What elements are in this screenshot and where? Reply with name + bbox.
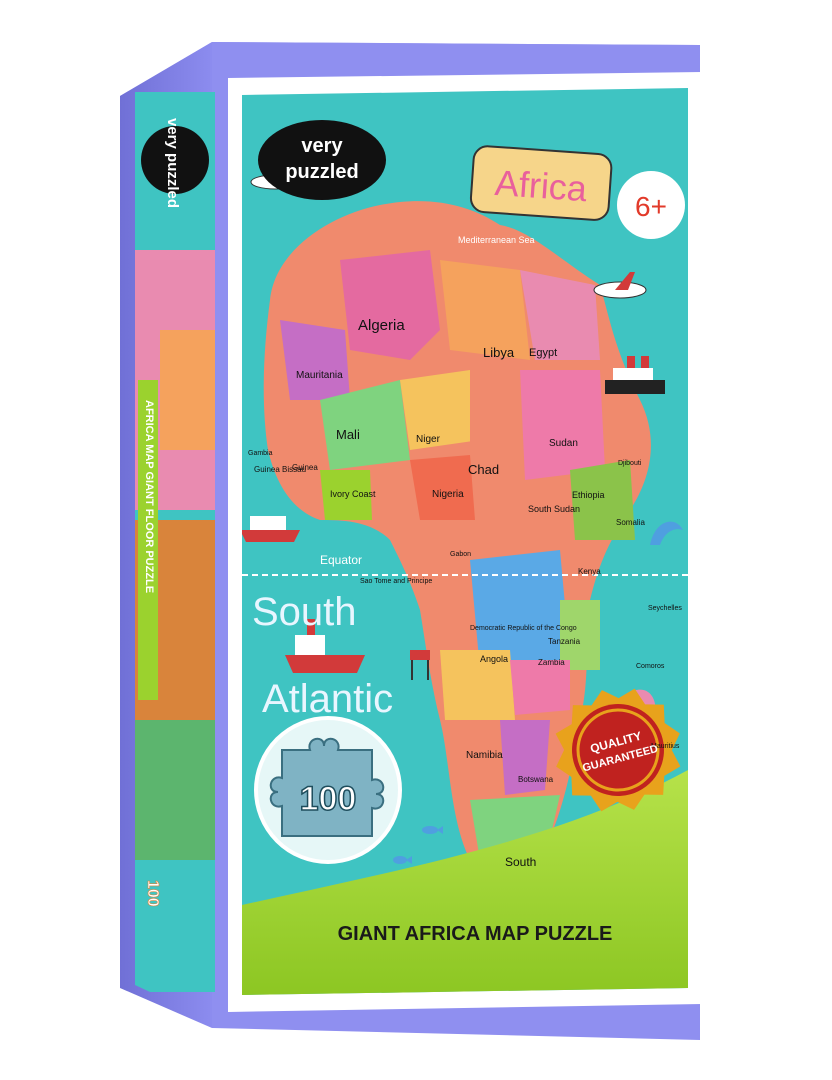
country-label: Comoros xyxy=(636,663,665,670)
country-label: Sao Tome and Principe xyxy=(360,578,432,585)
country-algeria xyxy=(340,250,440,360)
country-label: Sudan xyxy=(549,438,578,449)
ocean-label-atlantic: Atlantic xyxy=(262,677,393,721)
country-label: Angola xyxy=(480,654,508,664)
country-label: Namibia xyxy=(466,750,503,761)
country-label: Kenya xyxy=(578,567,601,576)
side-title: AFRICA MAP GIANT FLOOR PUZZLE xyxy=(143,400,155,593)
ocean-label-south: South xyxy=(252,590,357,634)
sea-label: Mediterranean Sea xyxy=(458,235,535,245)
title-sign: Africa xyxy=(469,145,613,221)
country-label: Algeria xyxy=(358,317,405,334)
country-label: Democratic Republic of the Congo xyxy=(470,625,577,632)
piece-count: 100 xyxy=(300,780,357,818)
country-ethiopia xyxy=(570,460,635,540)
country-tanzania xyxy=(560,600,600,670)
country-label: Djibouti xyxy=(618,460,642,467)
puzzle-box-illustration: very puzzled AFRICA MAP GIANT FLOOR PUZZ… xyxy=(120,42,702,1040)
country-label: Chad xyxy=(468,462,499,477)
country-sudan xyxy=(520,370,605,480)
country-label: South Sudan xyxy=(528,504,580,514)
country-nigeria xyxy=(410,455,475,520)
side-brand: very puzzled xyxy=(164,118,181,208)
bottom-banner-title: GIANT AFRICA MAP PUZZLE xyxy=(338,923,613,945)
side-piece-count: 100 xyxy=(144,880,161,907)
title-sign-text: Africa xyxy=(494,162,590,209)
country-label: Libya xyxy=(483,345,515,360)
country-label: Gabon xyxy=(450,551,471,558)
country-label: Nigeria xyxy=(432,489,464,500)
country-zambia xyxy=(510,660,570,715)
country-label: Egypt xyxy=(529,347,557,359)
brand-line1: very xyxy=(301,135,343,157)
country-label: Ethiopia xyxy=(572,490,605,500)
country-label: Mauritania xyxy=(296,370,343,381)
country-label: Niger xyxy=(416,434,441,445)
country-niger xyxy=(400,370,480,450)
country-label: Zambia xyxy=(538,658,565,667)
country-label: Ivory Coast xyxy=(330,489,376,499)
country-label: Somalia xyxy=(616,518,645,527)
country-label: Mali xyxy=(336,427,360,442)
age-badge: 6+ xyxy=(617,171,685,239)
country-label: Tanzania xyxy=(548,637,581,646)
equator-label: Equator xyxy=(320,553,362,567)
country-label: Guinea Bissau xyxy=(254,465,306,474)
brand-line2: puzzled xyxy=(285,161,358,183)
country-label: Seychelles xyxy=(648,605,682,612)
age-badge-text: 6+ xyxy=(635,191,667,222)
country-mauritania xyxy=(280,320,350,400)
country-label: Botswana xyxy=(518,775,554,784)
country-label: South xyxy=(505,855,536,869)
brand-logo: very puzzled xyxy=(258,120,386,200)
country-label: Gambia xyxy=(248,450,273,457)
